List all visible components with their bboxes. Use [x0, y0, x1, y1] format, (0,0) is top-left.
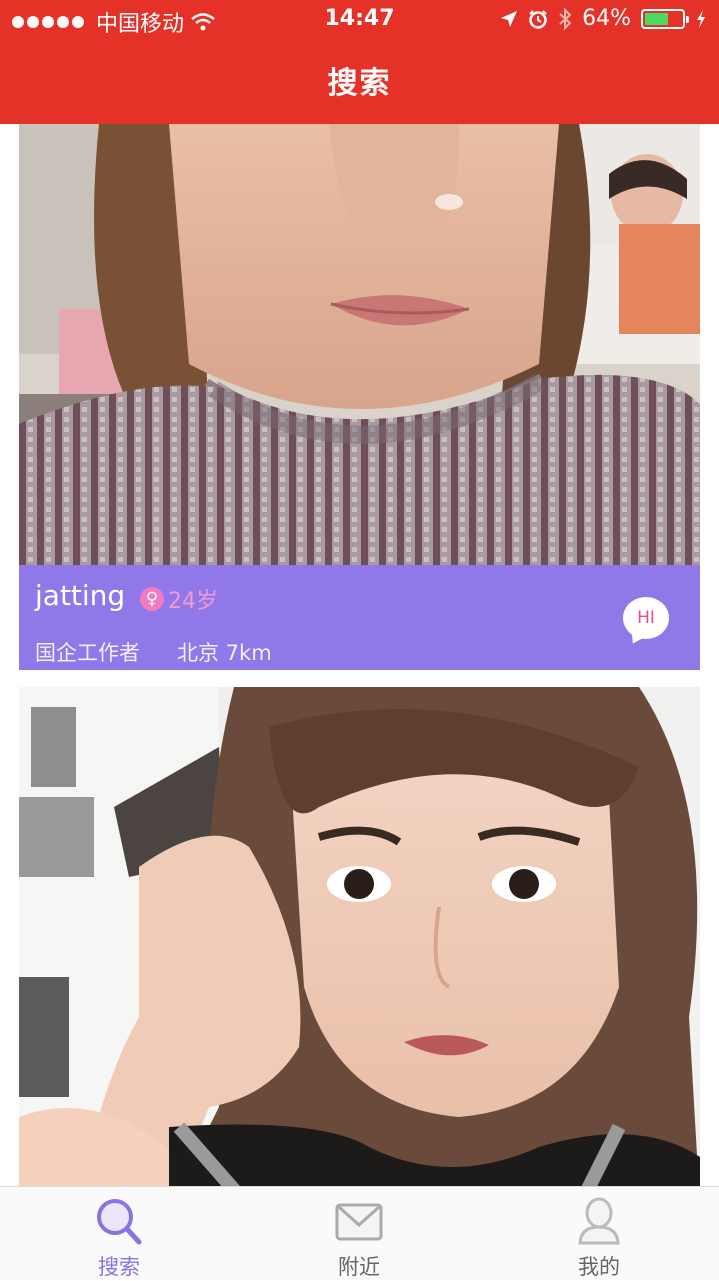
bottom-tab-bar: 搜索 附近 我的	[0, 1186, 719, 1280]
tab-mine-label: 我的	[578, 1255, 620, 1279]
profile-card[interactable]: jatting ♀ 24岁 国企工作者 北京 7km HI	[19, 124, 700, 670]
occupation: 国企工作者	[35, 641, 140, 665]
battery-icon	[641, 8, 689, 29]
search-icon	[97, 1199, 142, 1245]
tab-nearby[interactable]: 附近	[279, 1187, 439, 1281]
alarm-icon	[529, 9, 547, 29]
status-right: 64%	[500, 6, 707, 31]
battery-percent: 64%	[582, 6, 631, 31]
top-header: 中国移动 14:47 64% 搜索	[0, 0, 719, 124]
tab-search-label: 搜索	[98, 1255, 140, 1279]
bluetooth-icon	[559, 7, 572, 30]
location-distance: 北京 7km	[177, 641, 272, 665]
user-icon	[578, 1197, 620, 1245]
age-label: 24岁	[168, 589, 218, 614]
female-symbol-icon: ♀	[140, 587, 164, 611]
location-arrow-icon	[501, 10, 518, 27]
tab-search[interactable]: 搜索	[39, 1187, 199, 1281]
mail-icon	[335, 1203, 383, 1241]
page-title: 搜索	[327, 66, 392, 101]
profile-photo[interactable]	[19, 124, 700, 565]
profile-feed[interactable]: jatting ♀ 24岁 国企工作者 北京 7km HI	[0, 124, 719, 1186]
status-bar: 中国移动 14:47 64%	[0, 0, 719, 40]
gender-age-badge: ♀ 24岁	[140, 583, 218, 615]
tab-nearby-label: 附近	[338, 1255, 380, 1279]
say-hi-button[interactable]: HI	[623, 597, 669, 639]
profile-card[interactable]	[19, 687, 700, 1186]
username: jatting	[35, 579, 126, 612]
profile-info-bar: jatting ♀ 24岁 国企工作者 北京 7km HI	[19, 565, 700, 670]
profile-photo[interactable]	[19, 687, 700, 1186]
tab-mine[interactable]: 我的	[519, 1187, 679, 1281]
charging-bolt-icon	[697, 9, 705, 28]
